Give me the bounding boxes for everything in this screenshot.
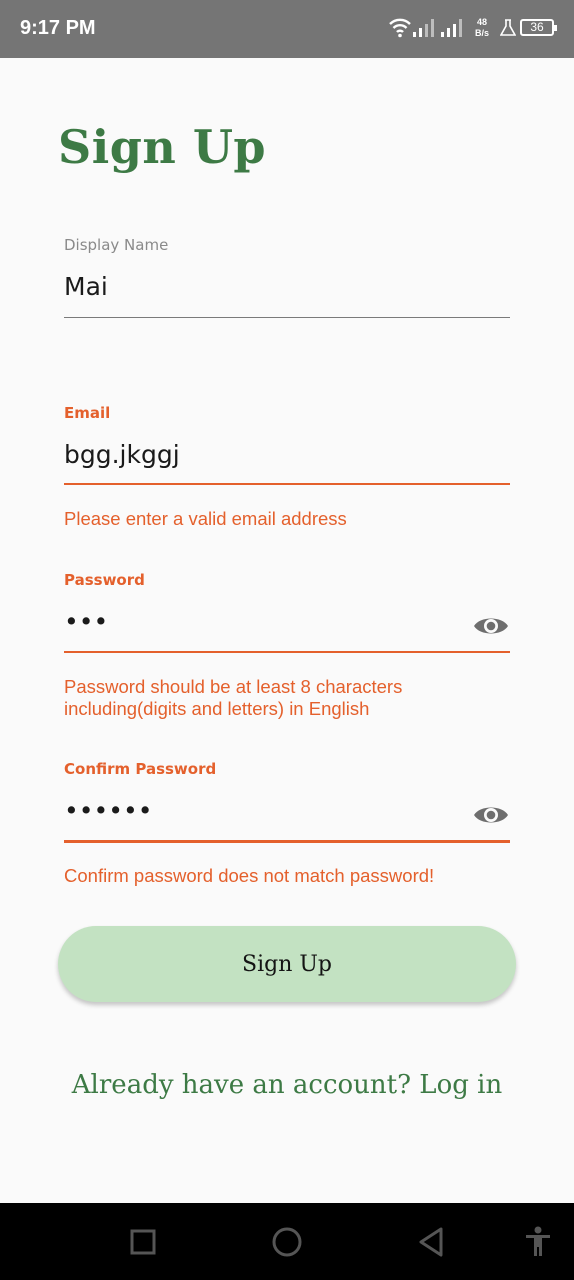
password-underline	[64, 651, 510, 653]
email-underline	[64, 483, 510, 485]
back-triangle-icon[interactable]	[418, 1227, 444, 1257]
confirm-password-input[interactable]: ••••••	[64, 796, 152, 825]
navigation-bar	[0, 1203, 574, 1280]
accessibility-icon[interactable]	[524, 1226, 552, 1258]
recents-square-icon[interactable]	[130, 1229, 156, 1255]
email-error: Please enter a valid email address	[64, 508, 347, 529]
password-field[interactable]: Password •••	[64, 571, 510, 655]
flask-icon	[500, 19, 516, 36]
wifi-icon	[389, 18, 411, 38]
display-name-label: Display Name	[64, 236, 169, 254]
email-field[interactable]: Email bgg.jkggj	[64, 404, 510, 488]
confirm-password-error: Confirm password does not match password…	[64, 865, 435, 886]
login-link[interactable]: Already have an account? Log in	[0, 1070, 574, 1100]
email-input[interactable]: bgg.jkggj	[64, 440, 180, 469]
status-icons: 48 B/s 36	[386, 16, 557, 42]
eye-icon[interactable]	[472, 613, 510, 639]
status-time: 9:17 PM	[20, 17, 96, 39]
password-input[interactable]: •••	[64, 607, 108, 636]
email-label: Email	[64, 404, 111, 422]
status-bar: 9:17 PM 48 B/s 36	[0, 0, 574, 58]
display-name-underline	[64, 317, 510, 318]
sign-up-button[interactable]: Sign Up	[58, 926, 516, 1002]
display-name-input[interactable]: Mai	[64, 272, 108, 301]
confirm-password-underline	[64, 840, 510, 843]
password-label: Password	[64, 571, 145, 589]
password-error: Password should be at least 8 characters…	[64, 676, 403, 719]
net-speed: 48 B/s	[474, 17, 489, 38]
signal-icon	[413, 19, 434, 37]
confirm-password-field[interactable]: Confirm Password ••••••	[64, 760, 510, 846]
confirm-password-label: Confirm Password	[64, 760, 217, 778]
battery-icon: 36	[520, 19, 557, 36]
display-name-field[interactable]: Display Name Mai	[64, 236, 510, 320]
home-circle-icon[interactable]	[272, 1227, 302, 1257]
page-title: Sign Up	[58, 120, 267, 174]
eye-icon[interactable]	[472, 802, 510, 828]
signal-icon	[441, 19, 462, 37]
